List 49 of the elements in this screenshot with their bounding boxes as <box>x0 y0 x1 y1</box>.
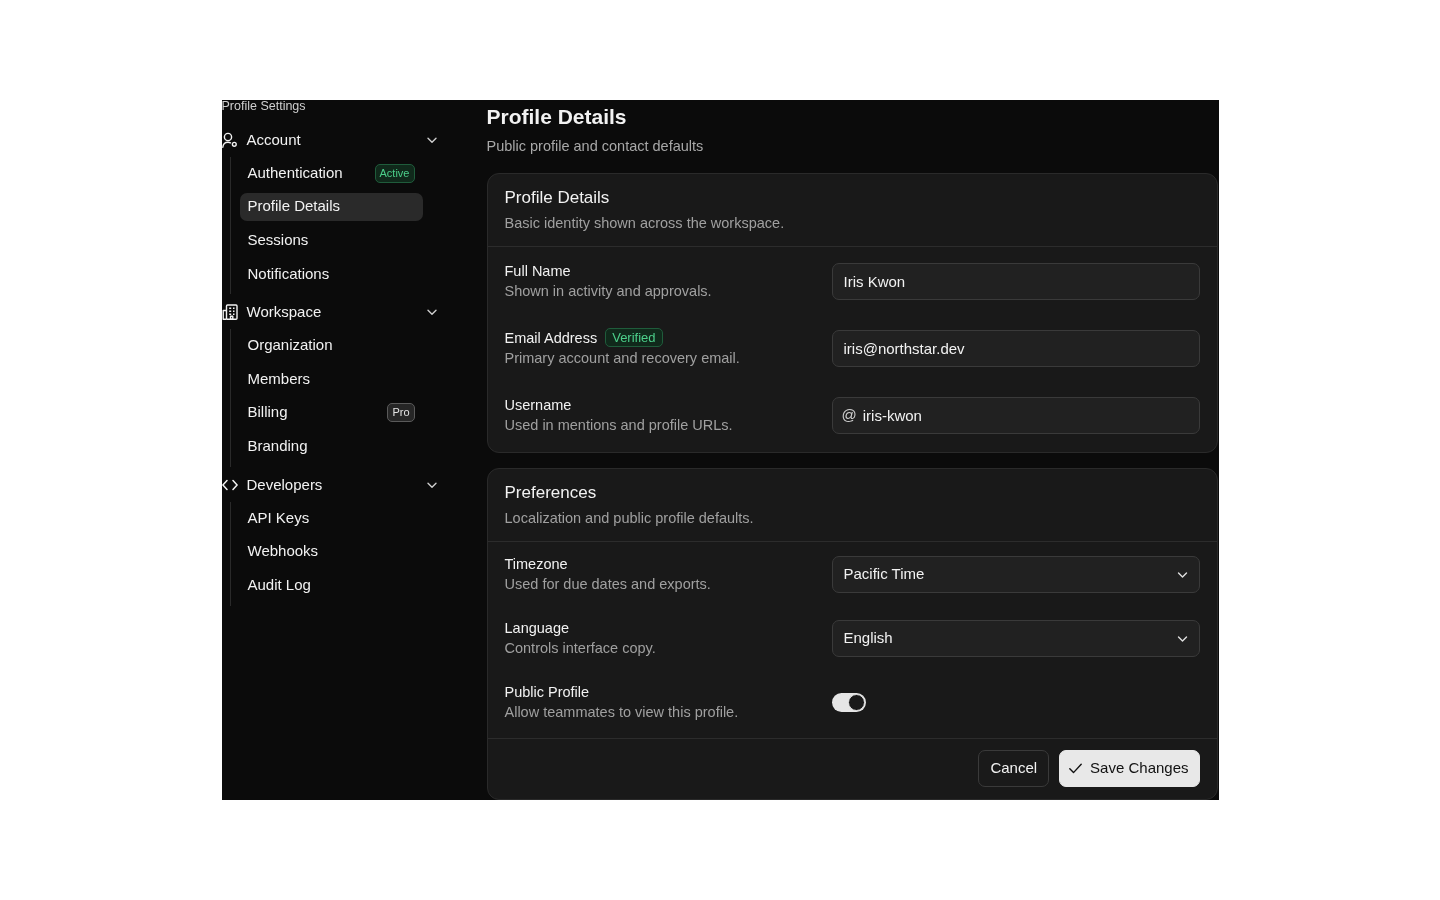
card-description: Localization and public profile defaults. <box>504 509 754 528</box>
sidebar-item[interactable]: Webhooks <box>239 537 423 566</box>
sidebar-group-header[interactable]: Developers <box>221 467 442 502</box>
field-description: Used in mentions and profile URLs. <box>504 416 733 435</box>
sidebar-item[interactable]: Profile Details <box>239 192 423 221</box>
status-badge: Active <box>374 163 415 183</box>
text-input[interactable]: Iris Kwon <box>831 262 1200 300</box>
field-label: Timezone <box>504 554 568 574</box>
field-description: Used for due dates and exports. <box>504 575 711 594</box>
sidebar-item[interactable]: Authentication Active <box>239 159 423 187</box>
select-field[interactable]: English <box>831 619 1200 657</box>
building-icon <box>221 304 238 321</box>
save-button[interactable]: Save Changes <box>1059 750 1200 787</box>
field-description: Primary account and recovery email. <box>504 349 740 368</box>
check-icon <box>1069 763 1083 774</box>
sidebar-item[interactable]: API Keys <box>239 503 423 532</box>
user-icon <box>221 132 238 148</box>
field-description: Shown in activity and approvals. <box>504 282 712 301</box>
username-field[interactable]: @ iris-kwon <box>831 396 1200 434</box>
select-field[interactable]: Pacific Time <box>831 555 1200 593</box>
page-title: Profile Details <box>486 104 627 130</box>
input-prefix: @ <box>841 406 857 424</box>
status-badge: Pro <box>387 403 415 423</box>
sidebar-group-header[interactable]: Workspace <box>221 295 442 330</box>
sidebar-title: Profile Settings <box>221 100 306 113</box>
field-label: Public Profile <box>504 682 590 702</box>
field-label: Full Name <box>504 261 571 281</box>
sidebar-item[interactable]: Branding <box>239 432 423 461</box>
field-label: Language <box>504 618 569 638</box>
page-subtitle: Public profile and contact defaults <box>486 137 704 156</box>
field-label: Username <box>504 395 572 415</box>
sidebar-item[interactable]: Audit Log <box>239 570 423 599</box>
card-description: Basic identity shown across the workspace. <box>504 214 785 233</box>
sidebar-group-header[interactable]: Account <box>221 123 442 157</box>
status-badge: Verified <box>605 328 663 347</box>
cancel-button[interactable]: Cancel <box>978 750 1050 787</box>
card-title: Preferences <box>504 482 597 504</box>
field-description: Allow teammates to view this profile. <box>504 703 739 722</box>
sidebar-item[interactable]: Organization <box>239 331 423 360</box>
toggle-switch[interactable] <box>831 692 866 712</box>
sidebar-item[interactable]: Billing Pro <box>239 398 423 427</box>
sidebar-item[interactable]: Members <box>239 364 423 393</box>
sidebar-item[interactable]: Notifications <box>239 259 423 288</box>
text-input[interactable]: iris@northstar.dev <box>831 329 1200 367</box>
sidebar-item[interactable]: Sessions <box>239 226 423 255</box>
text-input[interactable]: iris-kwon <box>862 397 1188 433</box>
field-description: Controls interface copy. <box>504 639 656 658</box>
card-title: Profile Details <box>504 187 610 209</box>
field-label: Email Address <box>504 328 598 348</box>
